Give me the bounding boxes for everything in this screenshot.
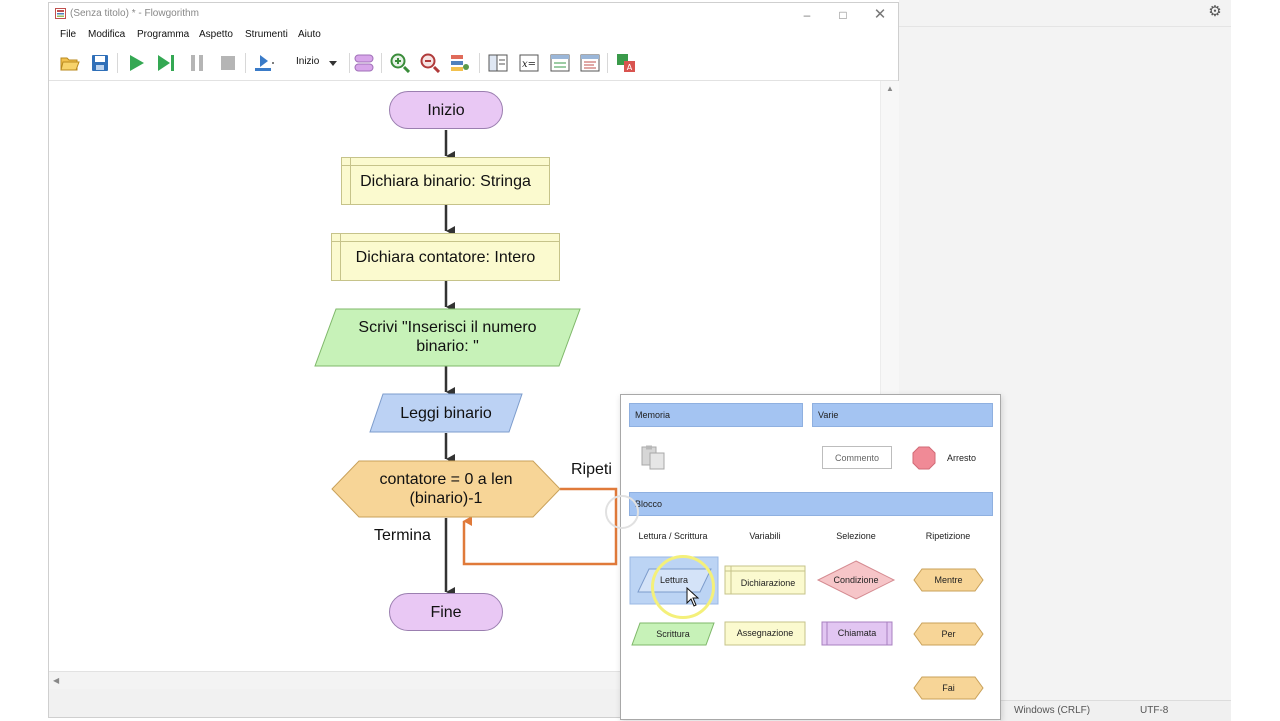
panels-icon[interactable] [485, 50, 511, 76]
console-icon[interactable] [547, 50, 573, 76]
source-code-icon[interactable] [577, 50, 603, 76]
style-icon[interactable] [447, 50, 473, 76]
input-block[interactable]: Leggi binario [370, 394, 522, 432]
loop-label-line1: contatore = 0 a len [379, 471, 513, 488]
close-icon[interactable]: ✕ [862, 4, 898, 26]
loop-label-line2: (binario)-1 [409, 490, 483, 507]
shape-fai[interactable]: Fai [914, 677, 983, 699]
declare-block-binario[interactable]: Dichiara binario: Stringa [341, 157, 550, 205]
run-icon[interactable] [123, 50, 149, 76]
menu-strumenti[interactable]: Strumenti [245, 29, 288, 40]
zoom-in-icon[interactable] [387, 50, 413, 76]
declare-block-contatore[interactable]: Dichiara contatore: Intero [331, 233, 560, 281]
maximize-icon[interactable]: □ [825, 4, 861, 26]
end-terminal[interactable]: Fine [389, 593, 503, 631]
scroll-left-icon[interactable]: ◀ [53, 676, 59, 685]
title-bar[interactable]: (Senza titolo) * - Flowgorithm – □ ✕ [49, 3, 898, 27]
declare-contatore-label: Dichiara contatore: Intero [355, 248, 536, 266]
mouse-cursor-icon [686, 587, 700, 607]
stop-icon[interactable] [215, 50, 241, 76]
declare-binario-label: Dichiara binario: Stringa [360, 172, 531, 190]
shape-assegnazione[interactable]: Assegnazione [725, 622, 805, 645]
output-label-line1: Scrivi "Inserisci il numero [358, 319, 537, 336]
speed-icon[interactable] [251, 50, 277, 76]
scroll-up-icon[interactable]: ▲ [886, 84, 894, 93]
svg-text:A: A [627, 63, 633, 72]
cursor-highlight [651, 555, 715, 619]
menu-aiuto[interactable]: Aiuto [298, 29, 321, 40]
app-icon [55, 8, 66, 19]
toolbar: Inizio x= A [49, 46, 898, 81]
encoding-status[interactable]: UTF-8 [1140, 705, 1168, 716]
variables-icon[interactable]: x= [516, 50, 542, 76]
shape-mentre[interactable]: Mentre [914, 569, 983, 591]
insert-shape-palette: Memoria Varie Commento Arresto Blocco Le… [605, 394, 1001, 720]
right-gutter [1231, 0, 1280, 720]
input-label: Leggi binario [400, 404, 492, 422]
dropdown-arrow-icon[interactable] [320, 50, 346, 76]
translate-icon[interactable]: A [613, 50, 639, 76]
click-indicator [605, 495, 639, 529]
shape-dichiarazione[interactable]: Dichiarazione [731, 572, 805, 594]
end-label: Fine [430, 603, 462, 621]
shape-scrittura[interactable]: Scrittura [632, 623, 714, 645]
for-loop-block[interactable]: contatore = 0 a len (binario)-1 [332, 461, 560, 517]
open-folder-icon[interactable] [57, 50, 83, 76]
save-icon[interactable] [87, 50, 113, 76]
menu-modifica[interactable]: Modifica [88, 29, 125, 40]
left-gutter [0, 0, 48, 720]
menu-aspetto[interactable]: Aspetto [199, 29, 233, 40]
output-label-line2: binario: " [416, 338, 479, 355]
minimize-icon[interactable]: – [789, 4, 825, 26]
menu-file[interactable]: File [60, 29, 76, 40]
background-status-bar: Windows (CRLF) UTF-8 [1000, 700, 1231, 721]
layout-icon[interactable] [351, 50, 377, 76]
menu-bar: File Modifica Programma Aspetto Strument… [49, 27, 898, 45]
shape-chiamata[interactable]: Chiamata [822, 622, 892, 645]
pause-icon[interactable] [184, 50, 210, 76]
run-from-label[interactable]: Inizio [296, 56, 319, 67]
line-ending-status[interactable]: Windows (CRLF) [1014, 705, 1090, 716]
zoom-out-icon[interactable] [417, 50, 443, 76]
window-title: (Senza titolo) * - Flowgorithm [70, 8, 199, 19]
start-label: Inizio [427, 101, 465, 119]
shape-condizione[interactable]: Condizione [818, 569, 894, 591]
background-editor-topbar [899, 0, 1231, 27]
loop-repeat-label: Ripeti [571, 461, 612, 478]
start-terminal[interactable]: Inizio [389, 91, 503, 129]
shape-per[interactable]: Per [914, 623, 983, 645]
step-icon[interactable] [153, 50, 179, 76]
loop-exit-label: Termina [374, 527, 431, 544]
svg-text:x=: x= [522, 59, 536, 70]
gear-icon[interactable]: ⚙ [1206, 3, 1224, 21]
menu-programma[interactable]: Programma [137, 29, 189, 40]
output-block[interactable]: Scrivi "Inserisci il numero binario: " [315, 309, 580, 366]
